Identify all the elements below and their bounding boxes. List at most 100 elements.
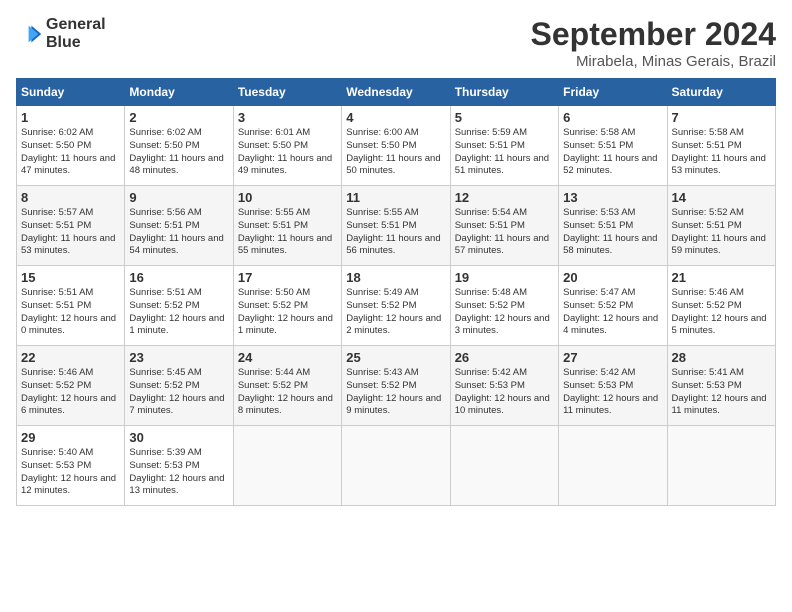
day-number: 15	[21, 270, 120, 285]
cell-details: Sunrise: 5:41 AMSunset: 5:53 PMDaylight:…	[672, 367, 771, 418]
calendar-cell: 7 Sunrise: 5:58 AMSunset: 5:51 PMDaylight…	[667, 106, 775, 186]
calendar-week-5: 29 Sunrise: 5:40 AMSunset: 5:53 PMDayligh…	[17, 426, 776, 506]
location: Mirabela, Minas Gerais, Brazil	[531, 53, 776, 70]
day-number: 24	[238, 350, 337, 365]
cell-details: Sunrise: 5:48 AMSunset: 5:52 PMDaylight:…	[455, 287, 554, 338]
day-number: 10	[238, 190, 337, 205]
calendar-week-2: 8 Sunrise: 5:57 AMSunset: 5:51 PMDaylight…	[17, 186, 776, 266]
day-number: 14	[672, 190, 771, 205]
cell-details: Sunrise: 5:51 AMSunset: 5:52 PMDaylight:…	[129, 287, 228, 338]
day-number: 22	[21, 350, 120, 365]
weekday-header-thursday: Thursday	[450, 79, 558, 106]
day-number: 7	[672, 110, 771, 125]
weekday-header-friday: Friday	[559, 79, 667, 106]
calendar-cell: 8 Sunrise: 5:57 AMSunset: 5:51 PMDaylight…	[17, 186, 125, 266]
cell-details: Sunrise: 6:02 AMSunset: 5:50 PMDaylight:…	[21, 127, 120, 178]
cell-details: Sunrise: 5:53 AMSunset: 5:51 PMDaylight:…	[563, 207, 662, 258]
calendar-cell	[233, 426, 341, 506]
cell-details: Sunrise: 5:46 AMSunset: 5:52 PMDaylight:…	[672, 287, 771, 338]
day-number: 29	[21, 430, 120, 445]
calendar-cell: 13 Sunrise: 5:53 AMSunset: 5:51 PMDayligh…	[559, 186, 667, 266]
weekday-header-tuesday: Tuesday	[233, 79, 341, 106]
cell-details: Sunrise: 5:57 AMSunset: 5:51 PMDaylight:…	[21, 207, 120, 258]
day-number: 19	[455, 270, 554, 285]
cell-details: Sunrise: 5:50 AMSunset: 5:52 PMDaylight:…	[238, 287, 337, 338]
day-number: 13	[563, 190, 662, 205]
title-area: September 2024 Mirabela, Minas Gerais, B…	[531, 16, 776, 70]
day-number: 5	[455, 110, 554, 125]
day-number: 21	[672, 270, 771, 285]
day-number: 17	[238, 270, 337, 285]
cell-details: Sunrise: 5:56 AMSunset: 5:51 PMDaylight:…	[129, 207, 228, 258]
calendar-week-4: 22 Sunrise: 5:46 AMSunset: 5:52 PMDayligh…	[17, 346, 776, 426]
calendar-cell	[559, 426, 667, 506]
day-number: 2	[129, 110, 228, 125]
calendar-cell: 3Sunrise: 6:01 AMSunset: 5:50 PMDaylight…	[233, 106, 341, 186]
calendar-cell: 12 Sunrise: 5:54 AMSunset: 5:51 PMDayligh…	[450, 186, 558, 266]
cell-details: Sunrise: 5:54 AMSunset: 5:51 PMDaylight:…	[455, 207, 554, 258]
cell-details: Sunrise: 5:59 AMSunset: 5:51 PMDaylight:…	[455, 127, 554, 178]
cell-details: Sunrise: 5:49 AMSunset: 5:52 PMDaylight:…	[346, 287, 445, 338]
cell-details: Sunrise: 5:47 AMSunset: 5:52 PMDaylight:…	[563, 287, 662, 338]
calendar-cell: 18 Sunrise: 5:49 AMSunset: 5:52 PMDayligh…	[342, 266, 450, 346]
calendar-cell: 29 Sunrise: 5:40 AMSunset: 5:53 PMDayligh…	[17, 426, 125, 506]
cell-details: Sunrise: 6:00 AMSunset: 5:50 PMDaylight:…	[346, 127, 445, 178]
calendar-cell: 30Sunrise: 5:39 AMSunset: 5:53 PMDayligh…	[125, 426, 233, 506]
month-title: September 2024	[531, 16, 776, 53]
logo: General Blue	[16, 16, 106, 51]
day-number: 27	[563, 350, 662, 365]
day-number: 25	[346, 350, 445, 365]
day-number: 18	[346, 270, 445, 285]
weekday-header-row: SundayMondayTuesdayWednesdayThursdayFrid…	[17, 79, 776, 106]
cell-details: Sunrise: 5:45 AMSunset: 5:52 PMDaylight:…	[129, 367, 228, 418]
calendar-cell: 11Sunrise: 5:55 AMSunset: 5:51 PMDayligh…	[342, 186, 450, 266]
day-number: 23	[129, 350, 228, 365]
calendar-cell	[667, 426, 775, 506]
cell-details: Sunrise: 5:40 AMSunset: 5:53 PMDaylight:…	[21, 447, 120, 498]
calendar-cell: 15 Sunrise: 5:51 AMSunset: 5:51 PMDayligh…	[17, 266, 125, 346]
cell-details: Sunrise: 5:43 AMSunset: 5:52 PMDaylight:…	[346, 367, 445, 418]
cell-details: Sunrise: 5:55 AMSunset: 5:51 PMDaylight:…	[346, 207, 445, 258]
calendar-cell: 6 Sunrise: 5:58 AMSunset: 5:51 PMDaylight…	[559, 106, 667, 186]
day-number: 12	[455, 190, 554, 205]
day-number: 30	[129, 430, 228, 445]
calendar-cell: 17 Sunrise: 5:50 AMSunset: 5:52 PMDayligh…	[233, 266, 341, 346]
cell-details: Sunrise: 5:42 AMSunset: 5:53 PMDaylight:…	[563, 367, 662, 418]
weekday-header-wednesday: Wednesday	[342, 79, 450, 106]
weekday-header-saturday: Saturday	[667, 79, 775, 106]
day-number: 6	[563, 110, 662, 125]
calendar-cell: 2 Sunrise: 6:02 AMSunset: 5:50 PMDaylight…	[125, 106, 233, 186]
cell-details: Sunrise: 5:58 AMSunset: 5:51 PMDaylight:…	[672, 127, 771, 178]
calendar-cell: 5 Sunrise: 5:59 AMSunset: 5:51 PMDaylight…	[450, 106, 558, 186]
logo-text: General Blue	[46, 16, 106, 51]
cell-details: Sunrise: 6:02 AMSunset: 5:50 PMDaylight:…	[129, 127, 228, 178]
calendar-cell: 10 Sunrise: 5:55 AMSunset: 5:51 PMDayligh…	[233, 186, 341, 266]
calendar-week-1: 1 Sunrise: 6:02 AMSunset: 5:50 PMDaylight…	[17, 106, 776, 186]
cell-details: Sunrise: 5:46 AMSunset: 5:52 PMDaylight:…	[21, 367, 120, 418]
calendar-cell: 22 Sunrise: 5:46 AMSunset: 5:52 PMDayligh…	[17, 346, 125, 426]
cell-details: Sunrise: 5:55 AMSunset: 5:51 PMDaylight:…	[238, 207, 337, 258]
cell-details: Sunrise: 6:01 AMSunset: 5:50 PMDaylight:…	[238, 127, 337, 178]
calendar-cell: 28 Sunrise: 5:41 AMSunset: 5:53 PMDayligh…	[667, 346, 775, 426]
day-number: 20	[563, 270, 662, 285]
day-number: 1	[21, 110, 120, 125]
day-number: 8	[21, 190, 120, 205]
calendar-table: SundayMondayTuesdayWednesdayThursdayFrid…	[16, 78, 776, 506]
calendar-cell: 20 Sunrise: 5:47 AMSunset: 5:52 PMDayligh…	[559, 266, 667, 346]
calendar-cell: 27 Sunrise: 5:42 AMSunset: 5:53 PMDayligh…	[559, 346, 667, 426]
calendar-cell: 14Sunrise: 5:52 AMSunset: 5:51 PMDayligh…	[667, 186, 775, 266]
calendar-cell: 26Sunrise: 5:42 AMSunset: 5:53 PMDayligh…	[450, 346, 558, 426]
calendar-cell: 16 Sunrise: 5:51 AMSunset: 5:52 PMDayligh…	[125, 266, 233, 346]
cell-details: Sunrise: 5:58 AMSunset: 5:51 PMDaylight:…	[563, 127, 662, 178]
day-number: 28	[672, 350, 771, 365]
calendar-cell: 25 Sunrise: 5:43 AMSunset: 5:52 PMDayligh…	[342, 346, 450, 426]
calendar-cell	[342, 426, 450, 506]
calendar-cell: 24Sunrise: 5:44 AMSunset: 5:52 PMDayligh…	[233, 346, 341, 426]
calendar-cell: 1 Sunrise: 6:02 AMSunset: 5:50 PMDaylight…	[17, 106, 125, 186]
calendar-cell	[450, 426, 558, 506]
calendar-cell: 9Sunrise: 5:56 AMSunset: 5:51 PMDaylight…	[125, 186, 233, 266]
cell-details: Sunrise: 5:51 AMSunset: 5:51 PMDaylight:…	[21, 287, 120, 338]
day-number: 16	[129, 270, 228, 285]
calendar-cell: 21 Sunrise: 5:46 AMSunset: 5:52 PMDayligh…	[667, 266, 775, 346]
calendar-cell: 19 Sunrise: 5:48 AMSunset: 5:52 PMDayligh…	[450, 266, 558, 346]
